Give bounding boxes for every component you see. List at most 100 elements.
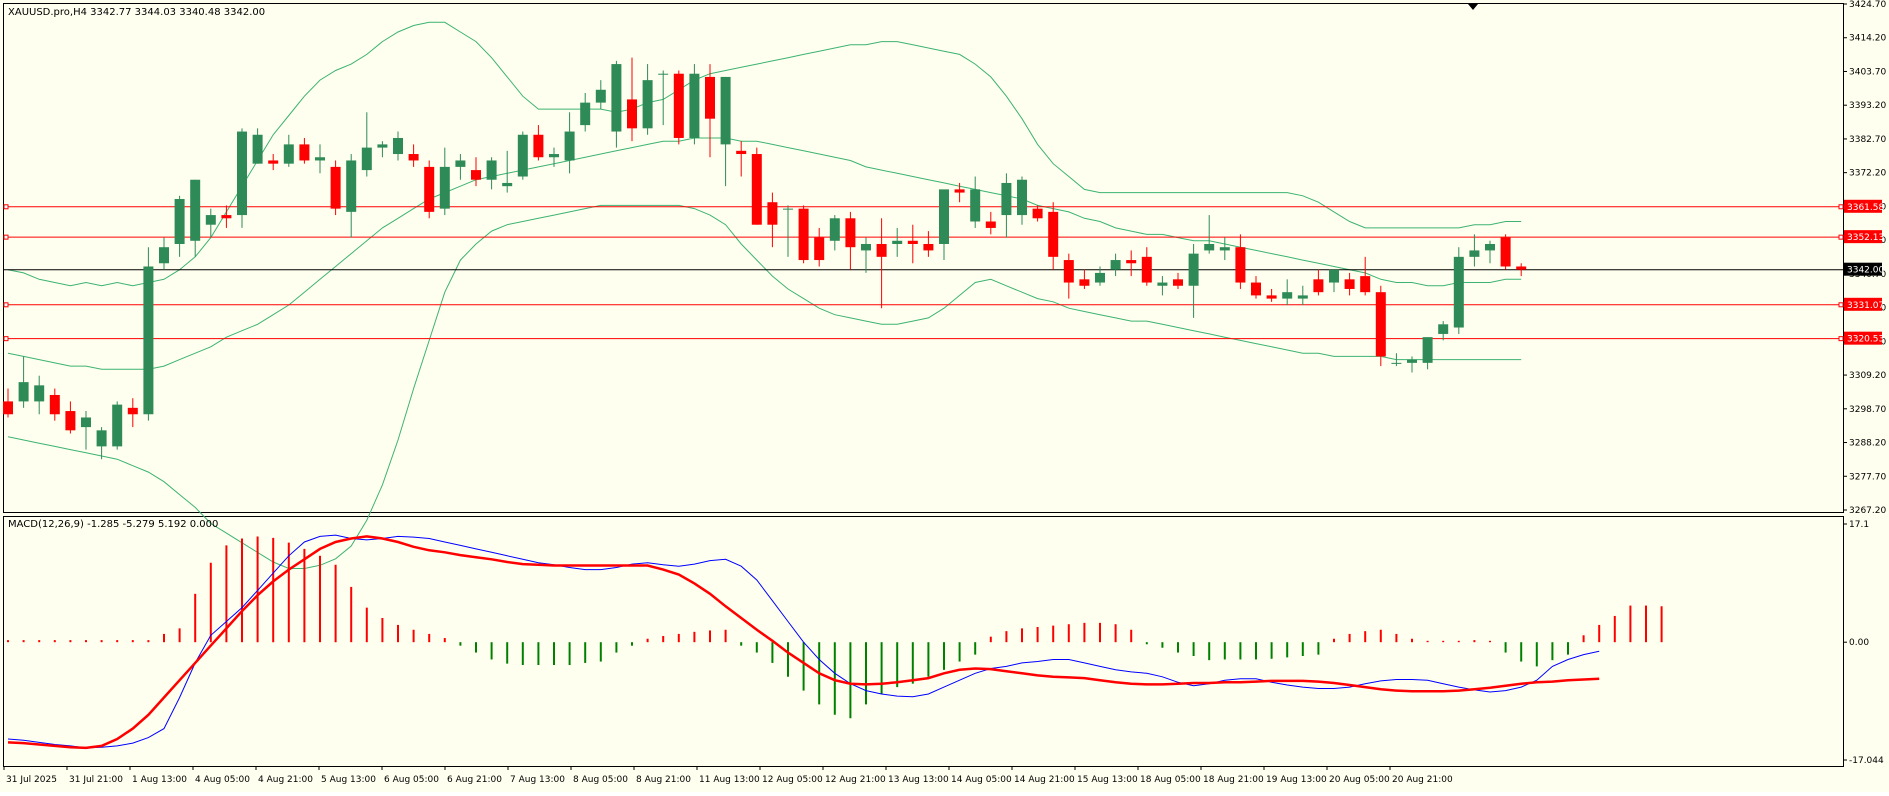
bull-candle[interactable] (1297, 295, 1308, 299)
bull-candle[interactable] (502, 182, 513, 187)
bull-candle[interactable] (1485, 243, 1495, 251)
bull-candle[interactable] (658, 73, 669, 75)
bull-candle[interactable] (564, 131, 575, 161)
bear-candle[interactable] (923, 243, 934, 251)
bear-candle[interactable] (1235, 247, 1246, 283)
bear-candle[interactable] (330, 166, 341, 209)
bull-candle[interactable] (252, 134, 263, 164)
bull-candle[interactable] (34, 385, 45, 402)
bull-candle[interactable] (892, 240, 903, 244)
bear-candle[interactable] (1360, 276, 1371, 293)
bear-candle[interactable] (1063, 260, 1074, 283)
bear-candle[interactable] (221, 215, 232, 219)
bear-candle[interactable] (424, 166, 435, 212)
shift-marker-icon[interactable] (1468, 4, 1478, 10)
bull-candle[interactable] (611, 64, 622, 132)
bull-candle[interactable] (1469, 250, 1480, 257)
bull-candle[interactable] (237, 131, 247, 216)
bull-candle[interactable] (205, 215, 216, 225)
bull-candle[interactable] (283, 144, 294, 164)
bull-candle[interactable] (1188, 253, 1199, 286)
bull-candle[interactable] (96, 430, 107, 447)
chart-canvas[interactable]: 3424.70 3414.20 3403.70 3393.20 3382.70 3372.… (0, 0, 1889, 792)
bull-candle[interactable] (1453, 256, 1464, 328)
bear-candle[interactable] (1079, 279, 1090, 286)
bull-candle[interactable] (1329, 269, 1339, 283)
bull-candle[interactable] (595, 89, 606, 103)
bull-candle[interactable] (517, 134, 528, 177)
bull-candle[interactable] (829, 218, 840, 241)
bear-candle[interactable] (408, 154, 419, 161)
bear-candle[interactable] (798, 208, 809, 261)
bull-candle[interactable] (18, 382, 29, 402)
bull-candle[interactable] (81, 417, 91, 428)
bear-candle[interactable] (1344, 279, 1355, 289)
bear-candle[interactable] (1500, 237, 1511, 267)
bear-candle[interactable] (1375, 292, 1386, 357)
bull-candle[interactable] (549, 154, 559, 158)
bull-candle[interactable] (580, 102, 591, 126)
bear-candle[interactable] (814, 237, 825, 261)
price-level-handle[interactable] (1838, 204, 1844, 210)
bull-candle[interactable] (143, 266, 154, 415)
bull-candle[interactable] (1438, 324, 1449, 334)
bull-candle[interactable] (939, 189, 949, 244)
bull-candle[interactable] (486, 160, 497, 180)
price-level-handle[interactable] (3, 204, 9, 210)
bear-candle[interactable] (3, 401, 13, 415)
bull-candle[interactable] (159, 247, 169, 264)
bear-candle[interactable] (1313, 279, 1324, 293)
bear-candle[interactable] (1032, 208, 1043, 219)
bull-candle[interactable] (1407, 359, 1417, 363)
bear-candle[interactable] (268, 160, 279, 164)
price-level-handle[interactable] (1838, 234, 1844, 240)
bull-candle[interactable] (1204, 243, 1215, 251)
bear-candle[interactable] (736, 150, 747, 155)
bear-candle[interactable] (1141, 256, 1152, 283)
bull-candle[interactable] (1422, 337, 1433, 363)
bear-candle[interactable] (751, 154, 762, 225)
bull-candle[interactable] (689, 73, 700, 138)
bear-candle[interactable] (907, 240, 918, 244)
bear-candle[interactable] (1516, 266, 1527, 270)
price-level-handle[interactable] (1838, 336, 1844, 342)
price-level-handle[interactable] (3, 234, 9, 240)
bull-candle[interactable] (1157, 282, 1168, 286)
bear-candle[interactable] (1251, 282, 1261, 296)
bear-candle[interactable] (673, 73, 684, 138)
bull-candle[interactable] (1282, 292, 1293, 299)
price-level-handle[interactable] (3, 336, 9, 342)
bull-candle[interactable] (174, 199, 185, 244)
bear-candle[interactable] (954, 189, 965, 193)
bear-candle[interactable] (49, 394, 60, 415)
bull-candle[interactable] (970, 189, 981, 222)
bear-candle[interactable] (1173, 279, 1183, 286)
bull-candle[interactable] (861, 243, 871, 251)
bull-candle[interactable] (1219, 247, 1230, 251)
price-level-handle[interactable] (1838, 302, 1844, 308)
bull-candle[interactable] (1017, 179, 1027, 216)
bear-candle[interactable] (985, 221, 996, 228)
bull-candle[interactable] (377, 144, 388, 148)
bear-candle[interactable] (1048, 211, 1059, 257)
bull-candle[interactable] (393, 137, 403, 155)
bull-candle[interactable] (1110, 260, 1121, 270)
bull-candle[interactable] (1001, 182, 1012, 216)
bull-candle[interactable] (346, 160, 357, 212)
bear-candle[interactable] (767, 202, 778, 225)
bull-candle[interactable] (315, 157, 325, 161)
price-level-handle[interactable] (3, 302, 9, 308)
bear-candle[interactable] (471, 170, 481, 180)
bull-candle[interactable] (642, 80, 653, 129)
bull-candle[interactable] (720, 76, 731, 145)
bear-candle[interactable] (1266, 295, 1277, 299)
bull-candle[interactable] (190, 179, 201, 241)
bear-candle[interactable] (876, 243, 887, 257)
bull-candle[interactable] (1095, 272, 1105, 283)
bull-candle[interactable] (1391, 362, 1402, 364)
bear-candle[interactable] (127, 407, 138, 415)
bear-candle[interactable] (845, 218, 856, 248)
bull-candle[interactable] (361, 147, 372, 171)
bull-candle[interactable] (455, 160, 466, 167)
bear-candle[interactable] (705, 76, 715, 119)
